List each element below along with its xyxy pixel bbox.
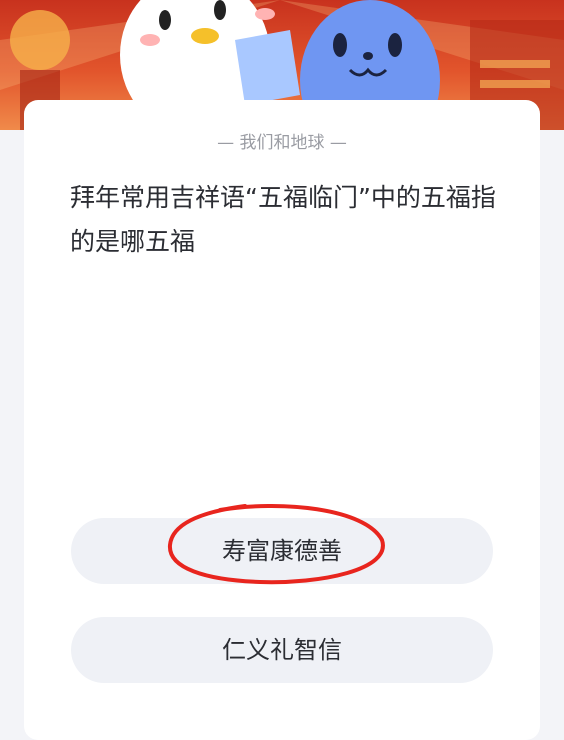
quiz-question: 拜年常用吉祥语“五福临门”中的五福指的是哪五福 — [70, 183, 496, 256]
quiz-card: — 我们和地球 — 拜年常用吉祥语“五福临门”中的五福指的是哪五福 寿富康德善 … — [24, 100, 540, 740]
quiz-subtitle: — 我们和地球 — — [217, 133, 347, 153]
lantern-icon — [10, 10, 70, 70]
answer-option-1[interactable]: 寿富康德善 — [71, 518, 493, 584]
answer-option-2[interactable]: 仁义礼智信 — [71, 617, 493, 683]
